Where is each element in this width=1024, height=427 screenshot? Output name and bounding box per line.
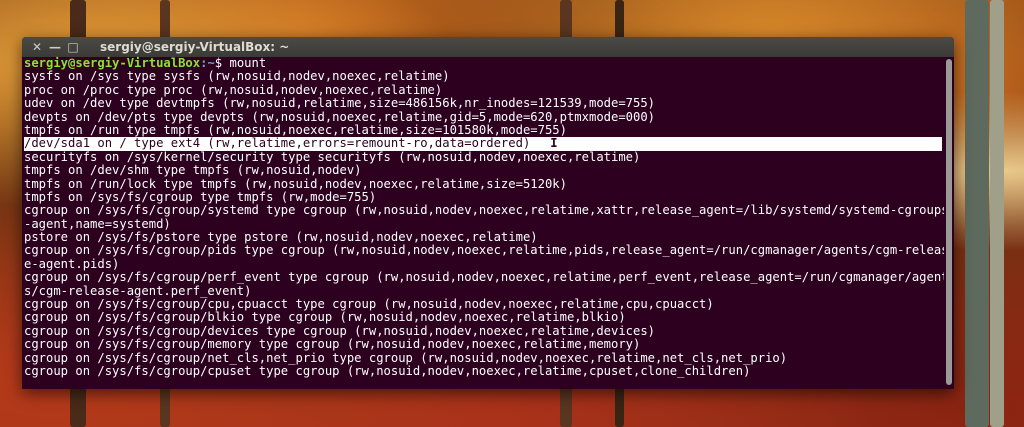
output-line: cgroup on /sys/fs/cgroup/cpu,cpuacct typ… [24,297,944,312]
scrollbar[interactable] [944,57,954,389]
scrollbar-thumb[interactable] [946,59,952,385]
output-line-text: tmpfs on /sys/fs/cgroup type tmpfs (rw,m… [24,189,377,204]
output-line: cgroup on /sys/fs/cgroup/memory type cgr… [24,338,944,351]
output-line: tmpfs on /run/lock type tmpfs (rw,nosuid… [24,176,944,191]
output-line-text: pstore on /sys/fs/pstore type pstore (rw… [24,230,538,245]
maximize-icon[interactable]: □ [64,38,82,56]
output-line: cgroup on /sys/fs/cgroup/systemd type cg… [24,204,949,217]
output-line-text: tmpfs on /run/lock type tmpfs (rw,nosuid… [24,176,567,191]
window-titlebar[interactable]: ✕ — □ sergiy@sergiy-VirtualBox: ~ [22,37,954,57]
output-line-text: devpts on /dev/pts type devpts (rw,nosui… [24,109,656,124]
output-line: pstore on /sys/fs/pstore type pstore (rw… [24,230,944,245]
prompt-path: :~ [200,56,215,70]
output-line: udev on /dev type devtmpfs (rw,nosuid,re… [24,96,944,111]
prompt-command: mount [229,56,267,70]
window-title: sergiy@sergiy-VirtualBox: ~ [100,40,290,54]
output-line-text: tmpfs on /dev/shm type tmpfs (rw,nosuid,… [24,163,362,178]
prompt-symbol: $ [214,56,230,70]
output-line-text: e-agent.pids) [24,256,120,271]
output-line: cgroup on /sys/fs/cgroup/cpuset type cgr… [24,363,944,378]
output-line-text: -agent,name=systemd) [24,216,171,231]
output-line-text: tmpfs on /run type tmpfs (rw,nosuid,noex… [24,122,567,137]
window-controls: ✕ — □ [28,38,82,56]
output-line: tmpfs on /dev/shm type tmpfs (rw,nosuid,… [24,163,944,178]
output-line: tmpfs on /sys/fs/cgroup type tmpfs (rw,m… [24,189,944,204]
output-line: sysfs on /sys type sysfs (rw,nosuid,node… [24,70,944,83]
output-line-text: cgroup on /sys/fs/cgroup/systemd type cg… [24,203,949,218]
output-line: s/cgm-release-agent.perf_event) [24,283,944,298]
output-line-text: cgroup on /sys/fs/cgroup/cpu,cpuacct typ… [24,297,714,312]
output-line: proc on /proc type proc (rw,nosuid,nodev… [24,82,944,97]
close-icon[interactable]: ✕ [28,38,46,56]
output-line: tmpfs on /run type tmpfs (rw,nosuid,noex… [24,122,944,137]
output-line: cgroup on /sys/fs/cgroup/perf_event type… [24,271,949,284]
output-line-selected: /dev/sda1 on / type ext4 (rw,relatime,er… [24,136,942,151]
output-line-text: udev on /dev type devtmpfs (rw,nosuid,re… [24,96,656,111]
output-line: -agent,name=systemd) [24,216,944,231]
output-line: cgroup on /sys/fs/cgroup/blkio type cgro… [24,311,944,324]
output-line: cgroup on /sys/fs/cgroup/pids type cgrou… [24,244,949,257]
output-line-text: cgroup on /sys/fs/cgroup/memory type cgr… [24,337,641,352]
output-line-text: cgroup on /sys/fs/cgroup/cpuset type cgr… [24,363,751,378]
output-lines: sysfs on /sys type sysfs (rw,nosuid,node… [24,70,949,378]
output-line-text: proc on /proc type proc (rw,nosuid,nodev… [24,82,443,97]
output-line-text: s/cgm-release-agent.perf_event) [24,283,252,298]
prompt-line: sergiy@sergiy-VirtualBox:~$ mount [24,56,944,70]
ibeam-cursor-icon: I [550,136,558,151]
output-line-text: /dev/sda1 on / type ext4 (rw,relatime,er… [24,136,531,151]
output-line-text: sysfs on /sys type sysfs (rw,nosuid,node… [24,69,450,84]
minimize-icon[interactable]: — [46,38,64,56]
output-line-text: cgroup on /sys/fs/cgroup/blkio type cgro… [24,310,626,325]
prompt-user-host: sergiy@sergiy-VirtualBox [24,56,201,70]
output-line-text: securityfs on /sys/kernel/security type … [24,149,641,164]
tree-trunk [990,0,1004,427]
output-line: e-agent.pids) [24,256,944,271]
output-line-text: cgroup on /sys/fs/cgroup/devices type cg… [24,323,656,338]
output-line: devpts on /dev/pts type devpts (rw,nosui… [24,109,944,124]
output-line-text: cgroup on /sys/fs/cgroup/net_cls,net_pri… [24,350,788,365]
output-line-text: cgroup on /sys/fs/cgroup/pids type cgrou… [24,243,949,258]
terminal-output[interactable]: sergiy@sergiy-VirtualBox:~$ mount sysfs … [22,56,949,389]
tree-trunk [965,0,989,427]
output-line: cgroup on /sys/fs/cgroup/devices type cg… [24,323,944,338]
output-line: securityfs on /sys/kernel/security type … [24,149,944,164]
output-line: cgroup on /sys/fs/cgroup/net_cls,net_pri… [24,350,944,365]
output-line-text: cgroup on /sys/fs/cgroup/perf_event type… [24,270,949,285]
terminal-window[interactable]: ✕ — □ sergiy@sergiy-VirtualBox: ~ sergiy… [22,37,954,389]
